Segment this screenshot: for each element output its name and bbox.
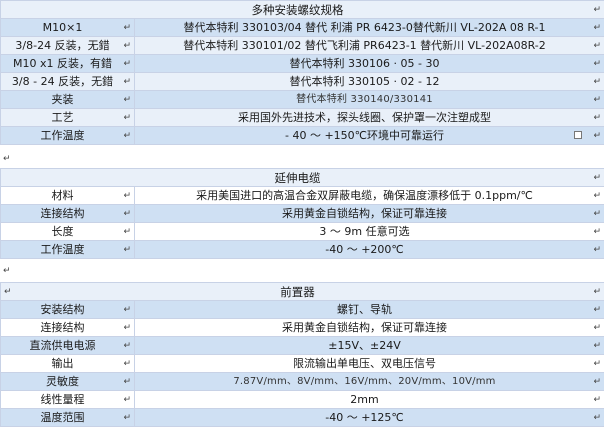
return-mark: ↵: [3, 266, 11, 276]
section-title-text: 多种安装螺纹规格: [251, 2, 344, 17]
section-title-text: 前置器: [280, 284, 315, 299]
table-row: 长度 ↵ 3 ～ 9m 任意可选 ↵: [0, 222, 604, 241]
section-title-row: 延伸电缆 ↵: [0, 168, 604, 187]
row-value: 替代本特利 330105 · 02 - 12 ↵: [134, 72, 604, 91]
section-title: 多种安装螺纹规格 ↵: [0, 0, 604, 19]
row-label: 线性量程 ↵: [0, 390, 135, 409]
table-row: 夹装 ↵ 替代本特利 330140/330141 ↵: [0, 90, 604, 109]
spec-table-mounting-threads: 多种安装螺纹规格 ↵ M10×1 ↵ 替代本特利 330103/04 替代 利浦 P…: [0, 0, 604, 145]
table-row: 灵敏度 ↵ 7.87V/mm、8V/mm、16V/mm、20V/mm、10V/mm…: [0, 372, 604, 391]
table-row: 温度范围 ↵ -40 ～ +125℃ ↵: [0, 408, 604, 427]
row-value: 采用黄金自锁结构，保证可靠连接 ↵: [134, 204, 604, 223]
table-row: 连接结构 ↵ 采用黄金自锁结构，保证可靠连接 ↵: [0, 318, 604, 337]
table-row: M10×1 ↵ 替代本特利 330103/04 替代 利浦 PR 6423-0替代…: [0, 18, 604, 37]
row-label: M10 x1 反装，有錯 ↵: [0, 54, 135, 73]
row-label: 灵敏度 ↵: [0, 372, 135, 391]
row-label: 连接结构 ↵: [0, 204, 135, 223]
spec-table-preamplifier: 前置器 ↵ ↵ 安装结构 ↵ 螺钉、导轨 ↵ 连接结构 ↵ 采用黄金自锁结构，保证可靠连接…: [0, 282, 604, 427]
section-title: 前置器 ↵ ↵: [0, 282, 604, 301]
row-value: 螺钉、导轨 ↵: [134, 300, 604, 319]
row-label: 3/8-24 反装，无錯 ↵: [0, 36, 135, 55]
spec-table-extension-cable: 延伸电缆 ↵ 材料 ↵ 采用美国进口的高温合金双屏蔽电缆，确保温度漂移低于 0.1p…: [0, 168, 604, 259]
row-label: 直流供电电源 ↵: [0, 336, 135, 355]
row-label: 长度 ↵: [0, 222, 135, 241]
row-value: -40 ～ +200℃ ↵: [134, 240, 604, 259]
table-row: M10 x1 反装，有錯 ↵ 替代本特利 330106 · 05 - 30 ↵: [0, 54, 604, 73]
section-title-text: 延伸电缆: [274, 170, 321, 185]
row-value: 采用美国进口的高温合金双屏蔽电缆，确保温度漂移低于 0.1ppm/℃ ↵: [134, 186, 604, 205]
table-row: 连接结构 ↵ 采用黄金自锁结构，保证可靠连接 ↵: [0, 204, 604, 223]
section-title-row: 前置器 ↵ ↵: [0, 282, 604, 301]
row-value: 采用国外先进技术，探头线圈、保护罩一次注塑成型 ↵: [134, 108, 604, 127]
row-label: 3/8 - 24 反装，无錯 ↵: [0, 72, 135, 91]
row-value: ±15V、±24V ↵: [134, 336, 604, 355]
table-row: 线性量程 ↵ 2mm ↵: [0, 390, 604, 409]
return-mark: ↵: [593, 5, 601, 15]
table-row: 工作温度 ↵ -40 ～ +200℃ ↵: [0, 240, 604, 259]
row-value: -40 ～ +125℃ ↵: [134, 408, 604, 427]
row-label: 夹装 ↵: [0, 90, 135, 109]
table-row: 3/8 - 24 反装，无錯 ↵ 替代本特利 330105 · 02 - 12 ↵: [0, 72, 604, 91]
row-label: 输出 ↵: [0, 354, 135, 373]
row-label: M10×1 ↵: [0, 18, 135, 37]
row-value: 限流输出单电压、双电压信号 ↵: [134, 354, 604, 373]
table-row: 输出 ↵ 限流输出单电压、双电压信号 ↵: [0, 354, 604, 373]
row-value: 替代本特利 330101/02 替代飞利浦 PR6423-1 替代新川 VL-2…: [134, 36, 604, 55]
row-value: 2mm ↵: [134, 390, 604, 409]
row-value: - 40 ～ +150℃环境中可靠运行 ↵: [134, 126, 604, 145]
table-row: 安装结构 ↵ 螺钉、导轨 ↵: [0, 300, 604, 319]
row-label: 工作温度 ↵: [0, 240, 135, 259]
cell-handle-icon: [574, 131, 582, 139]
return-mark: ↵: [3, 154, 11, 164]
row-label: 工艺 ↵: [0, 108, 135, 127]
table-row: 3/8-24 反装，无錯 ↵ 替代本特利 330101/02 替代飞利浦 PR64…: [0, 36, 604, 55]
row-value: 替代本特利 330140/330141 ↵: [134, 90, 604, 109]
row-label: 工作温度 ↵: [0, 126, 135, 145]
row-value: 7.87V/mm、8V/mm、16V/mm、20V/mm、10V/mm ↵: [134, 372, 604, 391]
spec-page: 多种安装螺纹规格 ↵ M10×1 ↵ 替代本特利 330103/04 替代 利浦 P…: [0, 0, 604, 429]
table-row: 直流供电电源 ↵ ±15V、±24V ↵: [0, 336, 604, 355]
row-label: 连接结构 ↵: [0, 318, 135, 337]
table-row: 工作温度 ↵ - 40 ～ +150℃环境中可靠运行 ↵: [0, 126, 604, 145]
row-value: 采用黄金自锁结构，保证可靠连接 ↵: [134, 318, 604, 337]
row-label: 材料 ↵: [0, 186, 135, 205]
table-row: 工艺 ↵ 采用国外先进技术，探头线圈、保护罩一次注塑成型 ↵: [0, 108, 604, 127]
section-title: 延伸电缆 ↵: [0, 168, 604, 187]
row-label: 安装结构 ↵: [0, 300, 135, 319]
row-value: 替代本特利 330106 · 05 - 30 ↵: [134, 54, 604, 73]
row-value: 3 ～ 9m 任意可选 ↵: [134, 222, 604, 241]
row-label: 温度范围 ↵: [0, 408, 135, 427]
table-row: 材料 ↵ 采用美国进口的高温合金双屏蔽电缆，确保温度漂移低于 0.1ppm/℃ ↵: [0, 186, 604, 205]
section-title-row: 多种安装螺纹规格 ↵: [0, 0, 604, 19]
row-value: 替代本特利 330103/04 替代 利浦 PR 6423-0替代新川 VL-2…: [134, 18, 604, 37]
